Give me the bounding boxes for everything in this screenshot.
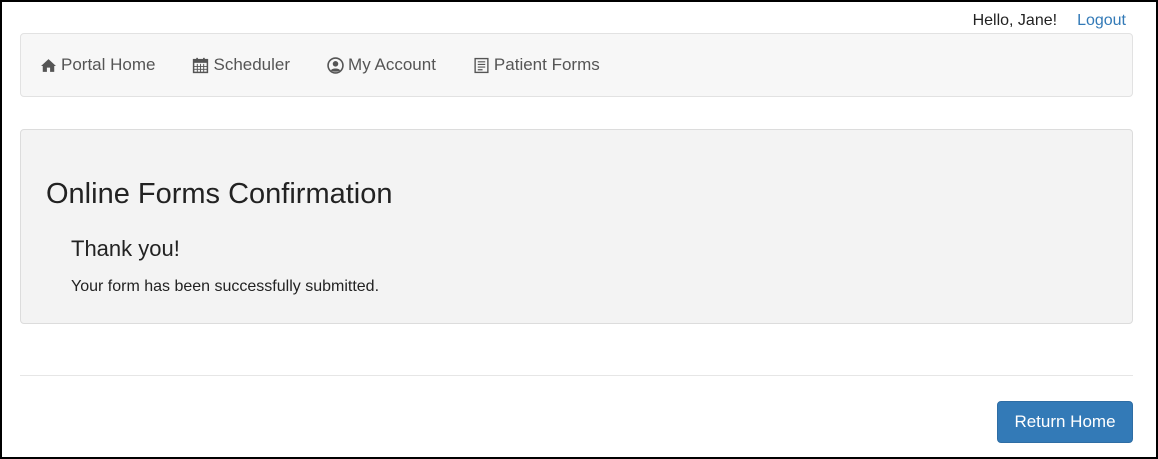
nav-item-patient-forms[interactable]: Patient Forms: [473, 55, 600, 75]
nav-item-label: My Account: [348, 55, 436, 74]
confirmation-panel: Online Forms Confirmation Thank you! You…: [20, 129, 1133, 324]
nav-item-label: Portal Home: [61, 55, 156, 74]
confirmation-message: Your form has been successfully submitte…: [71, 278, 380, 295]
user-circle-icon: [327, 56, 344, 74]
form-icon: [473, 57, 490, 74]
window-frame: Hello, Jane! Logout Portal Home Schedule…: [0, 0, 1158, 459]
nav-item-label: Patient Forms: [493, 55, 600, 74]
footer-divider: [20, 375, 1133, 376]
nav-item-portal-home[interactable]: Portal Home: [40, 55, 155, 75]
return-home-button[interactable]: Return Home: [997, 401, 1133, 443]
nav-item-label: Scheduler: [213, 55, 291, 74]
user-bar: Hello, Jane! Logout: [973, 12, 1126, 30]
nav-item-scheduler[interactable]: Scheduler: [192, 55, 290, 75]
thank-you-heading: Thank you!: [71, 236, 180, 261]
home-icon: [40, 57, 57, 74]
calendar-icon: [192, 57, 209, 74]
logout-link[interactable]: Logout: [1077, 12, 1126, 30]
page-title: Online Forms Confirmation: [46, 178, 393, 210]
user-greeting: Hello, Jane!: [972, 12, 1058, 29]
main-navbar: Portal Home Scheduler My Account Patient…: [20, 33, 1133, 97]
nav-item-my-account[interactable]: My Account: [327, 55, 436, 75]
